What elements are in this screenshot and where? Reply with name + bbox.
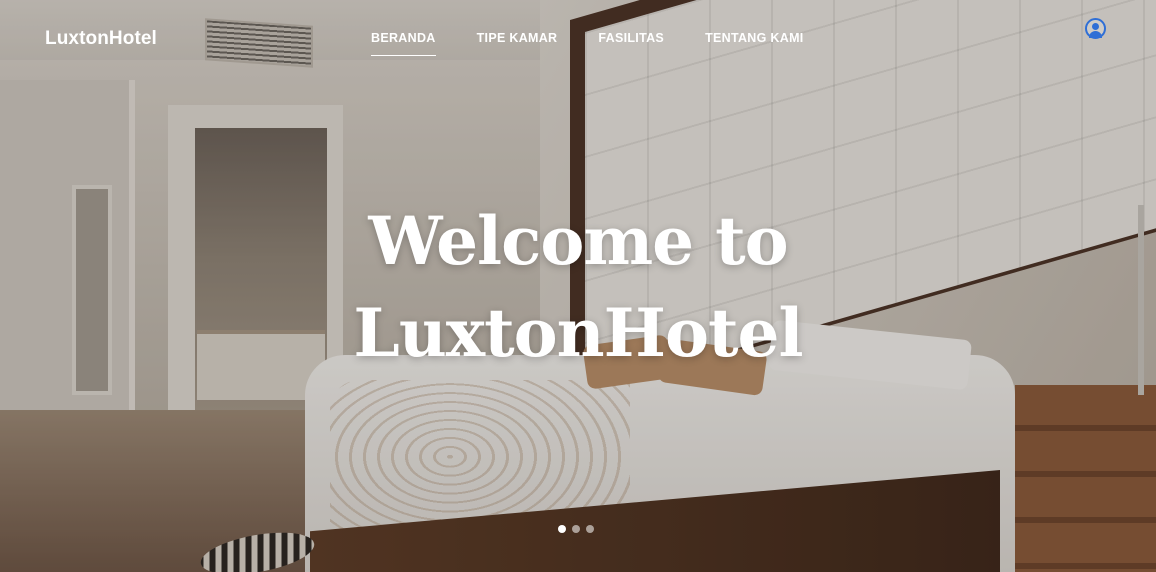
carousel-dot-1[interactable] (558, 525, 566, 533)
carousel-dot-3[interactable] (586, 525, 594, 533)
user-account-icon[interactable] (1085, 18, 1106, 39)
nav-item-tentang-kami[interactable]: TENTANG KAMI (705, 31, 804, 55)
brand-logo[interactable]: LuxtonHotel (45, 28, 157, 50)
navbar: LuxtonHotel BERANDA TIPE KAMAR FASILITAS… (0, 0, 1156, 78)
nav-menu: BERANDA TIPE KAMAR FASILITAS TENTANG KAM… (371, 31, 804, 56)
hero-title: Welcome to LuxtonHotel (0, 195, 1156, 379)
nav-item-beranda[interactable]: BERANDA (371, 31, 436, 56)
carousel-indicators (558, 525, 594, 533)
nav-item-fasilitas[interactable]: FASILITAS (598, 31, 664, 55)
carousel-dot-2[interactable] (572, 525, 580, 533)
hero-title-line-2: LuxtonHotel (353, 294, 803, 372)
user-head-shape (1092, 23, 1099, 30)
user-shoulders-shape (1089, 31, 1102, 38)
hero-title-line-1: Welcome to (368, 202, 788, 280)
hero-section: LuxtonHotel BERANDA TIPE KAMAR FASILITAS… (0, 0, 1156, 572)
nav-item-tipe-kamar[interactable]: TIPE KAMAR (477, 31, 558, 55)
